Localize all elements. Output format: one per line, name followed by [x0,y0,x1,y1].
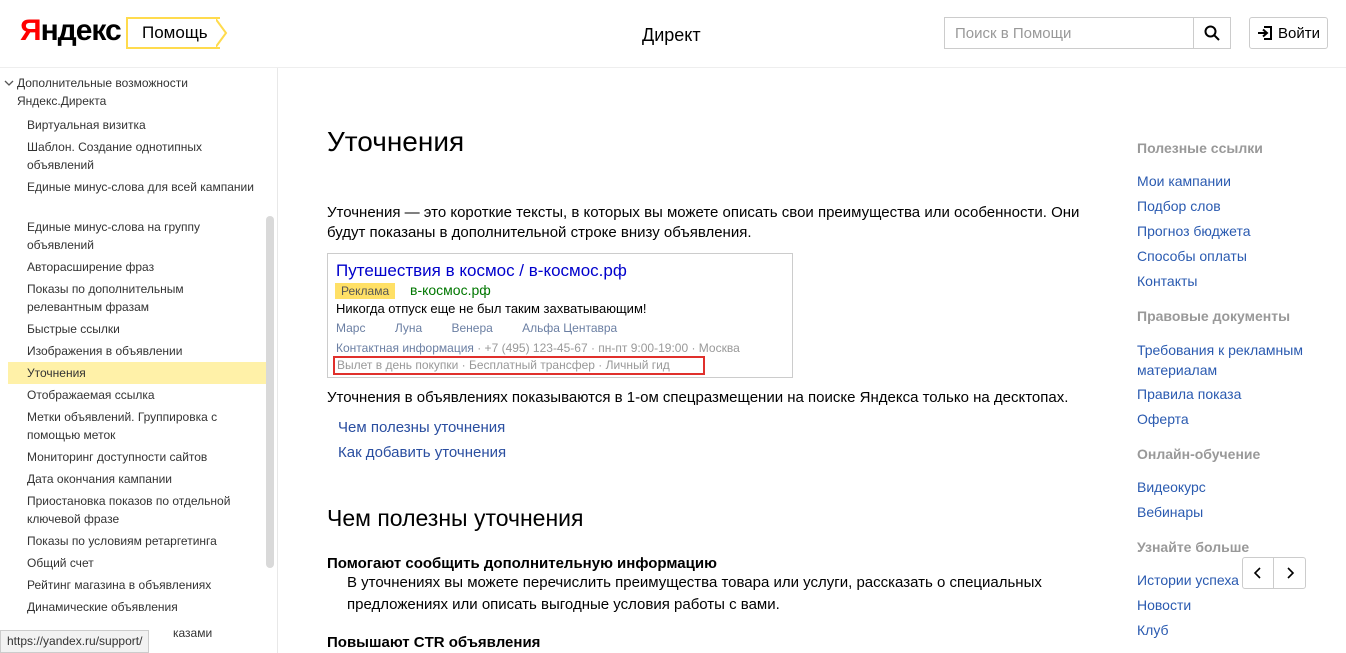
ad-contact-link: Контактная информация [336,341,474,355]
online-learning-heading: Онлайн-обучение [1137,446,1261,462]
toc-link-how-to-add[interactable]: Как добавить уточнения [338,444,506,461]
chevron-left-icon [1253,567,1261,579]
sidebar-item-active[interactable]: Уточнения [8,362,266,384]
toc-link-benefits[interactable]: Чем полезны уточнения [338,419,505,436]
carousel-pager [1242,557,1306,589]
ad-example: Путешествия в космос / в-космос.рф Рекла… [327,253,793,378]
sidebar-item[interactable]: Рейтинг магазина в объявлениях [8,576,266,594]
subheading-ctr: Повышают CTR объявления [327,634,541,651]
ad-badge: Реклама [335,283,396,299]
service-title: Директ [642,25,701,45]
ad-sitelink: Марс [336,321,366,335]
link-display-rules[interactable]: Правила показа [1137,384,1317,404]
logo-rest: ндекс [40,14,122,47]
link-news[interactable]: Новости [1137,595,1317,615]
sidebar-scrollbar[interactable] [266,216,274,568]
search-input[interactable] [944,17,1194,49]
link-keyword-tool[interactable]: Подбор слов [1137,196,1317,216]
link-video-course[interactable]: Видеокурс [1137,477,1317,497]
next-button[interactable] [1274,558,1305,588]
sidebar-item[interactable]: Шаблон. Создание однотипных объявлений [8,138,266,174]
logo-first-letter: Я [20,14,42,47]
link-payment-methods[interactable]: Способы оплаты [1137,246,1317,266]
ad-sitelink: Луна [394,321,423,335]
ad-sitelink: Венера [451,321,493,335]
sidebar-item[interactable]: Динамические объявления [8,598,266,616]
search-icon [1204,25,1220,41]
chevron-down-icon [4,80,14,86]
ad-clarifications-highlight: Вылет в день покупки · Бесплатный трансф… [333,356,705,375]
sidebar-item[interactable]: Показы по условиям ретаргетинга [8,532,266,550]
sidebar-item[interactable]: Единые минус-слова на группу объявлений [8,218,266,254]
chevron-right-icon [1286,567,1294,579]
intro-paragraph: Уточнения — это короткие тексты, в котор… [327,204,1080,241]
link-offer[interactable]: Оферта [1137,409,1317,429]
page-title: Уточнения [327,126,465,157]
link-webinars[interactable]: Вебинары [1137,502,1317,522]
sidebar-item[interactable]: Отображаемая ссылка [8,386,266,404]
sidebar-group[interactable]: Дополнительные возможности Яндекс.Директ… [0,74,260,110]
placement-note: Уточнения в объявлениях показываются в 1… [327,389,1069,406]
ad-sitelink: Альфа Центавра [522,321,618,335]
ad-domain: в-космос.рф [410,282,491,298]
ad-contact-line: Контактная информация · +7 (495) 123-45-… [336,341,740,355]
subheading-info-text: В уточнениях вы можете перечислить преим… [347,574,1042,613]
sidebar-item[interactable]: Метки объявлений. Группировка с помощью … [8,408,266,444]
ad-sitelinks: Марс Луна Венера Альфа Центавра [336,321,643,335]
ad-title: Путешествия в космос / в-космос.рф [336,261,627,280]
sidebar-item[interactable]: Единые минус-слова для всей кампании [8,178,266,196]
link-my-campaigns[interactable]: Мои кампании [1137,171,1317,191]
link-contacts[interactable]: Контакты [1137,271,1317,291]
login-label: Войти [1278,24,1320,42]
header: Яндекс Помощь Директ Войти [0,0,1346,68]
sidebar-item[interactable]: Показы по дополнительным релевантным фра… [8,280,266,316]
learn-more-heading: Узнайте больше [1137,539,1250,555]
legal-docs-heading: Правовые документы [1137,308,1291,324]
subheading-info: Помогают сообщить дополнительную информа… [327,555,717,572]
useful-links-heading: Полезные ссылки [1137,140,1263,156]
sidebar-item[interactable]: Быстрые ссылки [8,320,266,338]
login-button[interactable]: Войти [1249,17,1328,49]
prev-button[interactable] [1243,558,1275,588]
search-form [944,17,1231,49]
help-tag-arrow [214,17,228,49]
sidebar-item[interactable]: Изображения в объявлении [8,342,266,360]
sidebar-item[interactable]: Мониторинг доступности сайтов [8,448,266,466]
status-url-bar: https://yandex.ru/support/ [0,630,150,653]
sidebar-group-label: Дополнительные возможности Яндекс.Директ… [17,76,188,108]
link-ad-requirements[interactable]: Требования к рекламным материалам [1137,340,1317,380]
ad-text: Никогда отпуск еще не был таким захватыв… [336,301,647,316]
search-button[interactable] [1193,17,1231,49]
sidebar-item[interactable]: Виртуальная визитка [8,116,266,134]
sidebar-nav: Дополнительные возможности Яндекс.Директ… [0,68,278,653]
login-icon [1258,26,1272,40]
ad-contact-details: · +7 (495) 123-45-67 · пн-пт 9:00-19:00 … [473,341,740,355]
link-club[interactable]: Клуб [1137,620,1317,640]
sidebar-item[interactable]: Общий счет [8,554,266,572]
sidebar-item[interactable]: Дата окончания кампании [8,470,266,488]
section-heading: Чем полезны уточнения [327,505,584,531]
sidebar-item[interactable]: Авторасширение фраз [8,258,266,276]
yandex-logo[interactable]: Яндекс [20,14,122,48]
link-budget-forecast[interactable]: Прогноз бюджета [1137,221,1317,241]
sidebar-item[interactable]: Приостановка показов по отдельной ключев… [8,492,266,528]
help-tag-label: Помощь [126,17,220,49]
